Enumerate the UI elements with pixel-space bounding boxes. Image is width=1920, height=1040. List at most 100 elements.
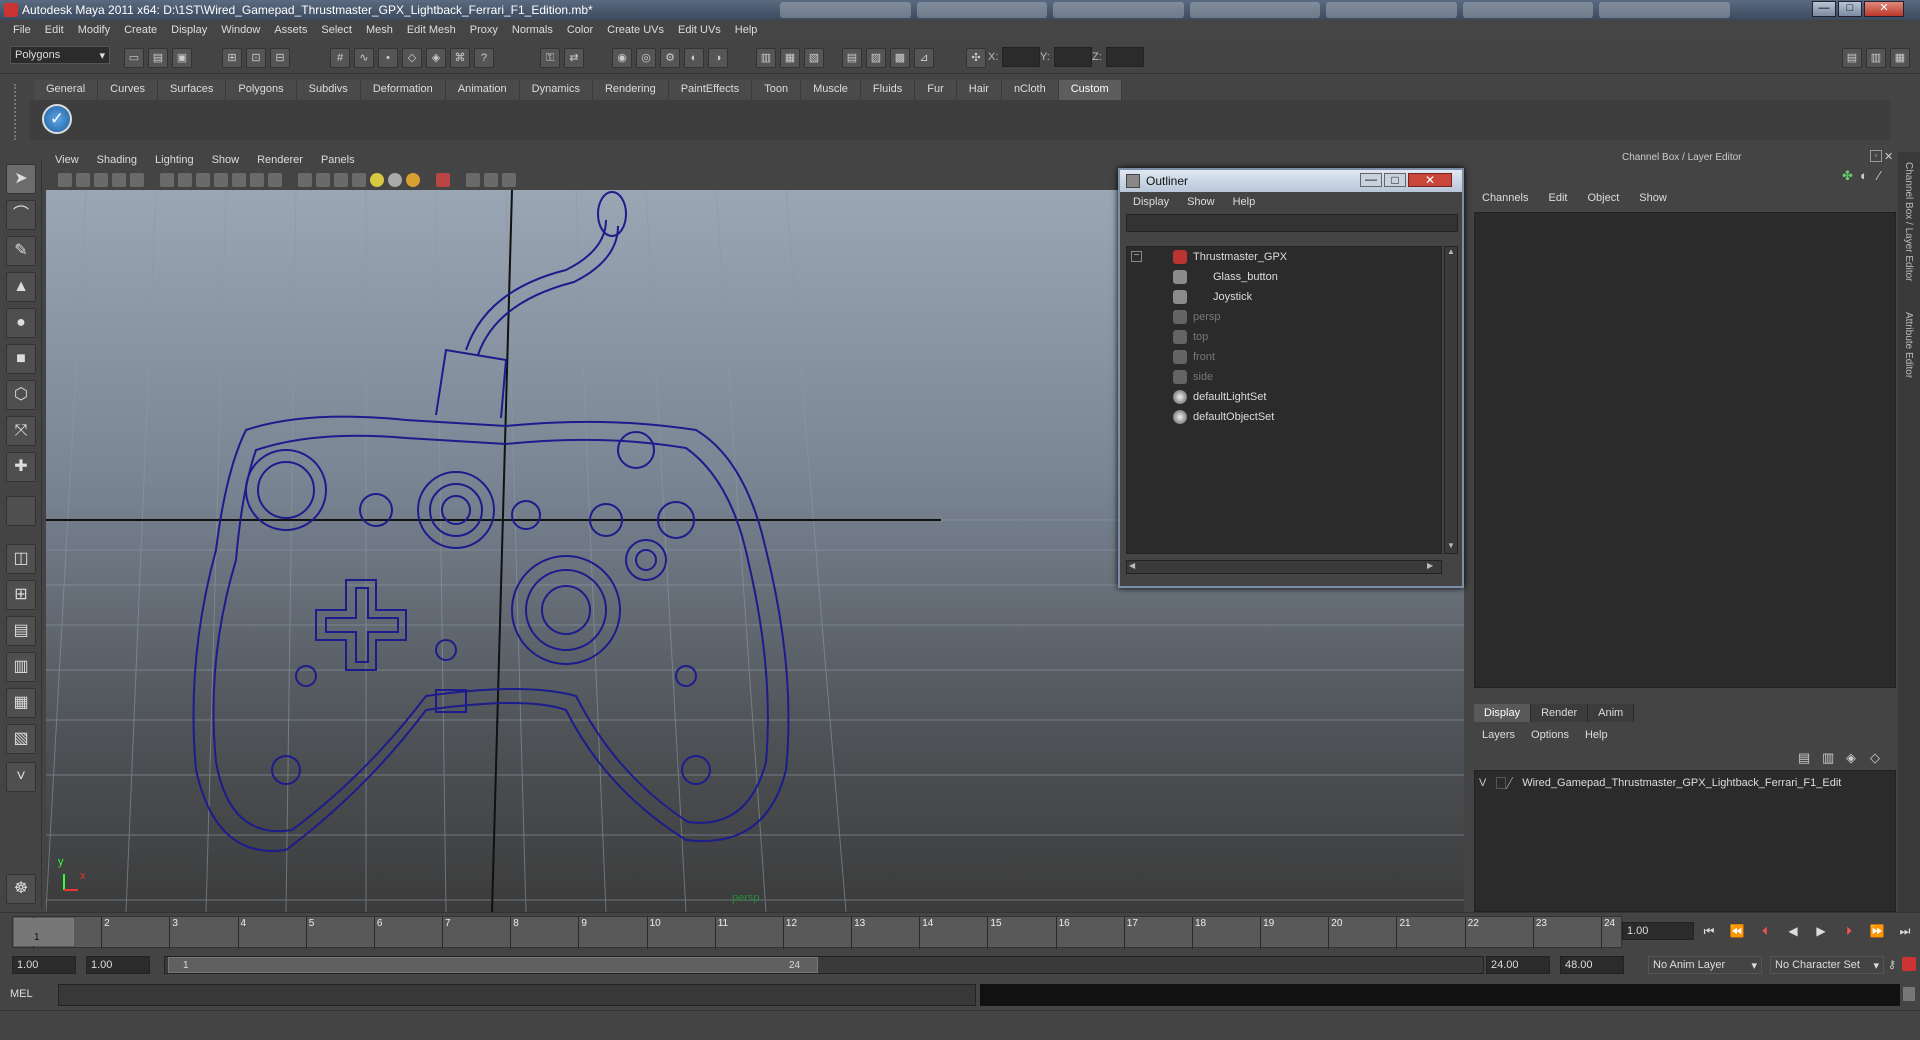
persp-graph-layout-icon[interactable]: ▥ — [6, 652, 36, 682]
scroll-right-icon[interactable]: ▶ — [1427, 561, 1433, 570]
anim-layer-dropdown[interactable]: No Anim Layer ▾ — [1648, 956, 1762, 974]
outliner-horizontal-scrollbar[interactable]: ◀ ▶ — [1126, 560, 1442, 574]
scroll-down-icon[interactable]: ▼ — [1447, 541, 1455, 550]
shelf-tab-subdivs[interactable]: Subdivs — [296, 80, 361, 100]
menu-create[interactable]: Create — [117, 20, 164, 42]
rotate-tool-icon[interactable]: ● — [6, 308, 36, 338]
graph-icon[interactable]: ⊿ — [914, 48, 934, 68]
side-tab-attribute-editor[interactable]: Attribute Editor — [1903, 312, 1914, 378]
outliner-vertical-scrollbar[interactable]: ▲ ▼ — [1444, 246, 1458, 554]
outliner-icon[interactable]: ▩ — [890, 48, 910, 68]
select-hierarchy-icon[interactable]: ⊞ — [222, 48, 242, 68]
layer-menu-help[interactable]: Help — [1577, 726, 1616, 744]
outliner-item-side[interactable]: side — [1127, 367, 1427, 387]
move-layer-down-icon[interactable]: ▥ — [1822, 750, 1834, 766]
outliner-item-persp[interactable]: persp — [1127, 307, 1427, 327]
shelf-tab-general[interactable]: General — [34, 80, 99, 100]
checkmark-shelf-icon[interactable]: ✓ — [42, 104, 72, 134]
lasso-tool-icon[interactable]: ⌒ — [6, 200, 36, 230]
outliner-menu-help[interactable]: Help — [1224, 194, 1265, 212]
layer-tab-render[interactable]: Render — [1531, 704, 1589, 722]
channel-box-mode-icon[interactable]: ✤ — [1842, 168, 1853, 184]
select-component-icon[interactable]: ⊟ — [270, 48, 290, 68]
range-slider-handle[interactable]: 1 24 — [168, 957, 818, 973]
go-to-end-icon[interactable]: ⏭ — [1896, 924, 1914, 938]
shelf-tab-rendering[interactable]: Rendering — [592, 80, 669, 100]
step-back-frame-icon[interactable]: ⏴ — [1756, 924, 1774, 938]
shelf-tab-surfaces[interactable]: Surfaces — [157, 80, 227, 100]
xray-icon[interactable] — [466, 173, 480, 187]
xray-joints-icon[interactable] — [484, 173, 498, 187]
shelf-handle[interactable] — [14, 84, 30, 140]
camera-attributes-icon[interactable] — [76, 173, 90, 187]
time-slider[interactable]: 123456789101112131415161718192021222324 — [12, 916, 1622, 949]
menu-proxy[interactable]: Proxy — [463, 20, 505, 42]
layer-type-toggle[interactable] — [1496, 777, 1507, 790]
character-set-dropdown[interactable]: No Character Set ▾ — [1770, 956, 1884, 974]
snap-point-icon[interactable]: • — [378, 48, 398, 68]
outliner-item-top[interactable]: top — [1127, 327, 1427, 347]
shelf-tab-fur[interactable]: Fur — [915, 80, 957, 100]
key-icon[interactable]: ⚷ — [1888, 958, 1896, 971]
snap-live-icon[interactable]: ◈ — [426, 48, 446, 68]
menu-set-selector[interactable]: Polygons ▾ — [10, 46, 110, 64]
panel-menu-renderer[interactable]: Renderer — [248, 152, 312, 170]
four-pane-layout-icon[interactable]: ⊞ — [6, 580, 36, 610]
snap-curve-icon[interactable]: ∿ — [354, 48, 374, 68]
isolate-select-icon[interactable] — [436, 173, 450, 187]
close-button[interactable]: ✕ — [1864, 1, 1904, 17]
shelf-tab-muscle[interactable]: Muscle — [801, 80, 861, 100]
channel-box-menu-channels[interactable]: Channels — [1472, 190, 1538, 206]
outliner-close-button[interactable]: ✕ — [1408, 173, 1452, 187]
new-layer-icon[interactable]: ◈ — [1846, 750, 1856, 766]
close-panel-icon[interactable]: ✕ — [1884, 150, 1893, 163]
side-tab-channel-box[interactable]: Channel Box / Layer Editor — [1903, 162, 1914, 282]
save-scene-icon[interactable]: ▣ — [172, 48, 192, 68]
menu-create-uvs[interactable]: Create UVs — [600, 20, 671, 42]
maximize-button[interactable]: □ — [1838, 1, 1862, 17]
menu-color[interactable]: Color — [560, 20, 600, 42]
move-layer-up-icon[interactable]: ▤ — [1798, 750, 1810, 766]
safe-action-icon[interactable] — [250, 173, 264, 187]
shelf-tab-dynamics[interactable]: Dynamics — [519, 80, 593, 100]
channel-box-menu-show[interactable]: Show — [1629, 190, 1677, 206]
menu-edit[interactable]: Edit — [38, 20, 71, 42]
current-frame-marker[interactable]: 1 — [14, 918, 74, 946]
outliner-item-thrustmaster[interactable]: − Thrustmaster_GPX — [1127, 247, 1427, 267]
gate-mask-icon[interactable] — [214, 173, 228, 187]
channel-box-menu-edit[interactable]: Edit — [1538, 190, 1577, 206]
channel-box-icon[interactable]: ▤ — [842, 48, 862, 68]
panel-menu-view[interactable]: View — [46, 152, 88, 170]
shelf-tab-curves[interactable]: Curves — [98, 80, 158, 100]
textured-icon[interactable] — [352, 173, 366, 187]
scroll-up-icon[interactable]: ▲ — [1447, 247, 1455, 256]
input-ops-icon[interactable]: ⇄ — [564, 48, 584, 68]
shelf-tab-painteffects[interactable]: PaintEffects — [668, 80, 753, 100]
menu-mesh[interactable]: Mesh — [359, 20, 400, 42]
step-back-key-icon[interactable]: ⏪ — [1728, 924, 1746, 938]
outliner-menu-display[interactable]: Display — [1124, 194, 1178, 212]
step-forward-frame-icon[interactable]: ⏵ — [1840, 924, 1858, 938]
wireframe-on-shaded-icon[interactable] — [334, 173, 348, 187]
show-tool-settings-icon[interactable]: ▦ — [1890, 48, 1910, 68]
render-settings-icon[interactable]: ⚙ — [660, 48, 680, 68]
animation-start-field[interactable]: 1.00 — [12, 956, 76, 974]
collapse-toggle-icon[interactable]: − — [1131, 251, 1142, 262]
show-channel-box-icon[interactable]: ▤ — [1842, 48, 1862, 68]
outliner-item-default-object-set[interactable]: defaultObjectSet — [1127, 407, 1427, 427]
panel-menu-lighting[interactable]: Lighting — [146, 152, 203, 170]
outliner-item-joystick[interactable]: Joystick — [1127, 287, 1427, 307]
menu-edit-uvs[interactable]: Edit UVs — [671, 20, 728, 42]
z-field[interactable] — [1106, 47, 1144, 67]
panel-menu-show[interactable]: Show — [203, 152, 249, 170]
outliner-item-default-light-set[interactable]: defaultLightSet — [1127, 387, 1427, 407]
panel-menu-shading[interactable]: Shading — [88, 152, 146, 170]
menu-window[interactable]: Window — [214, 20, 267, 42]
outliner-filter-field[interactable] — [1126, 214, 1458, 232]
layer-tab-display[interactable]: Display — [1474, 704, 1532, 722]
attribute-editor-icon[interactable]: ▧ — [804, 48, 824, 68]
select-tool-icon[interactable]: ➤ — [6, 164, 36, 194]
scroll-left-icon[interactable]: ◀ — [1129, 561, 1135, 570]
shelf-tab-hair[interactable]: Hair — [956, 80, 1002, 100]
display-layer-row[interactable]: V Wired_Gamepad_Thrustmaster_GPX_Lightba… — [1479, 777, 1889, 795]
